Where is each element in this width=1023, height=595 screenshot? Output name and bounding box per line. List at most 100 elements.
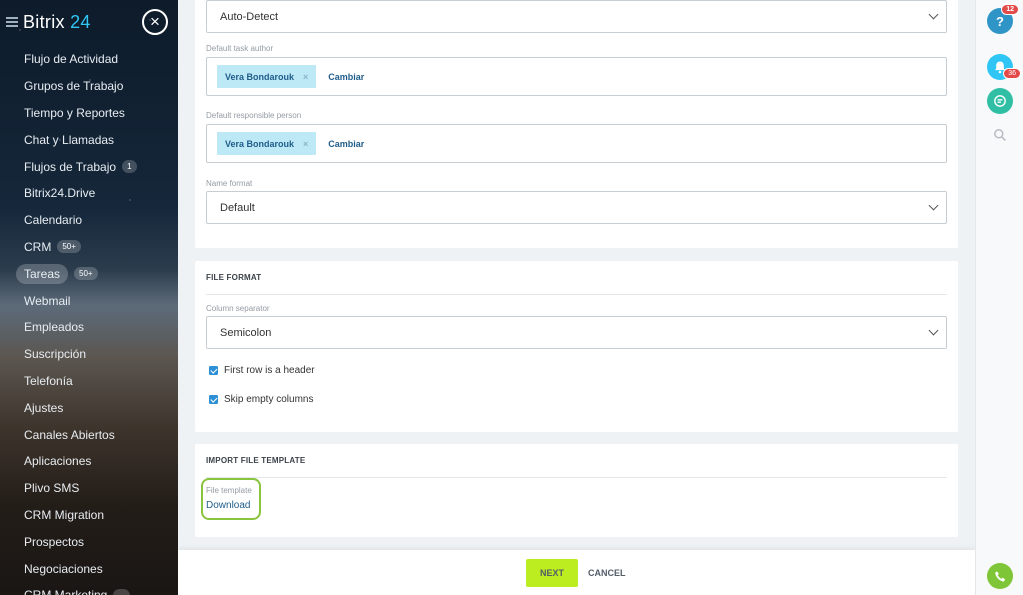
bell-icon[interactable]: 36 xyxy=(987,54,1021,80)
separator-value: Semicolon xyxy=(220,326,272,339)
file-format-card: FILE FORMAT Column separator Semicolon F… xyxy=(195,261,958,432)
first-row-header-label: First row is a header xyxy=(224,365,315,376)
divider xyxy=(206,477,947,478)
sidebar-item[interactable]: Webmail xyxy=(0,287,178,314)
divider xyxy=(206,294,947,295)
sidebar-item-label: Calendario xyxy=(24,213,83,228)
sidebar-item[interactable]: Ajustes xyxy=(0,394,178,421)
name-format-select[interactable]: Default xyxy=(206,191,947,224)
sidebar-item-label: CRM Migration xyxy=(24,507,105,522)
sidebar-item[interactable]: Grupos de Trabajo xyxy=(0,73,178,100)
search-icon[interactable] xyxy=(993,128,1007,142)
sidebar-item[interactable]: CRM 50+ xyxy=(0,234,178,261)
sidebar-item-label: Webmail xyxy=(24,293,71,308)
file-template-label: File template xyxy=(206,486,252,495)
sidebar-item-badge: 50+ xyxy=(74,267,98,281)
phone-icon[interactable] xyxy=(987,563,1013,589)
sidebar-item-badge: ... xyxy=(113,588,131,595)
remove-tag-icon[interactable]: × xyxy=(303,139,308,149)
responsible-tag: Vera Bondarouk × xyxy=(217,132,317,155)
sidebar-item[interactable]: Chat y Llamadas xyxy=(0,126,178,153)
cancel-button[interactable]: CANCEL xyxy=(588,559,626,587)
sidebar-item[interactable]: Canales Abiertos xyxy=(0,421,178,448)
help-glyph: ? xyxy=(996,13,1004,29)
sidebar-item[interactable]: Calendario xyxy=(0,207,178,234)
separator-select[interactable]: Semicolon xyxy=(206,316,947,349)
sidebar-item-label: Suscripción xyxy=(24,347,87,362)
next-button[interactable]: NEXT xyxy=(526,559,578,587)
sidebar-item-label: Flujos de Trabajo xyxy=(24,159,117,174)
sidebar-item-label: Canales Abiertos xyxy=(24,427,115,442)
sidebar-item-label: CRM xyxy=(24,239,52,254)
sidebar-item-label: Empleados xyxy=(24,320,85,335)
sidebar-item-label: Tiempo y Reportes xyxy=(24,105,125,120)
name-format-value: Default xyxy=(220,201,255,214)
download-link[interactable]: Download xyxy=(206,500,250,511)
remove-tag-icon[interactable]: × xyxy=(303,72,308,82)
sidebar-item[interactable]: Plivo SMS xyxy=(0,475,178,502)
template-card: IMPORT FILE TEMPLATE xyxy=(195,444,958,537)
sidebar-item-label: Telefonía xyxy=(24,373,73,388)
sidebar-item[interactable]: CRM Marketing... xyxy=(0,582,178,595)
sidebar-item[interactable]: Telefonía xyxy=(0,368,178,395)
sidebar-item-label: Aplicaciones xyxy=(24,454,92,469)
chevron-down-icon xyxy=(928,9,939,20)
chevron-down-icon xyxy=(928,200,939,211)
sidebar-item-label: Negociaciones xyxy=(24,561,103,576)
sidebar-item[interactable]: Aplicaciones xyxy=(0,448,178,475)
skip-empty-option[interactable]: Skip empty columns xyxy=(209,394,313,405)
sidebar-item[interactable]: CRM Migration xyxy=(0,502,178,529)
file-format-title: FILE FORMAT xyxy=(206,273,262,282)
right-toolbar: ? 12 36 xyxy=(975,0,1023,595)
sidebar-item[interactable]: Tiempo y Reportes xyxy=(0,100,178,127)
responsible-name: Vera Bondarouk xyxy=(225,138,295,149)
chat-icon[interactable] xyxy=(987,88,1013,114)
help-icon[interactable]: ? 12 xyxy=(987,4,1019,34)
encoding-value: Auto-Detect xyxy=(220,10,279,23)
sidebar-nav: Flujo de Actividad Grupos de Trabajo Tiemp… xyxy=(0,46,178,595)
first-row-header-option[interactable]: First row is a header xyxy=(209,365,315,376)
sidebar-item[interactable]: Tareas 50+ xyxy=(0,260,178,287)
checkbox-checked-icon[interactable] xyxy=(209,395,218,404)
sidebar-item-label: Tareas xyxy=(16,263,69,284)
sidebar-item-label: CRM Marketing xyxy=(24,588,107,595)
change-author-link[interactable]: Cambiar xyxy=(328,72,364,82)
checkbox-checked-icon[interactable] xyxy=(209,366,218,375)
sidebar-item[interactable]: Empleados xyxy=(0,314,178,341)
sidebar-item-label: Prospectos xyxy=(24,534,85,549)
sidebar-item[interactable]: Suscripción xyxy=(0,341,178,368)
sidebar-item-label: Plivo SMS xyxy=(24,481,80,496)
encoding-select[interactable]: Auto-Detect xyxy=(206,0,947,33)
sidebar-item-label: Grupos de Trabajo xyxy=(24,79,124,94)
close-icon[interactable]: × xyxy=(142,9,168,35)
sidebar-item-label: Chat y Llamadas xyxy=(24,132,115,147)
skip-empty-label: Skip empty columns xyxy=(224,394,314,405)
responsible-field[interactable]: Vera Bondarouk × Cambiar xyxy=(206,124,947,163)
change-responsible-link[interactable]: Cambiar xyxy=(328,139,364,149)
sidebar-item[interactable]: Bitrix24.Drive xyxy=(0,180,178,207)
logo[interactable]: Bitrix 24 xyxy=(23,12,91,33)
sidebar-item-label: Flujo de Actividad xyxy=(24,52,119,67)
separator-label: Column separator xyxy=(206,304,270,313)
footer-bar: NEXT CANCEL xyxy=(178,550,975,595)
author-label: Default task author xyxy=(206,44,274,53)
help-count-badge: 12 xyxy=(1001,4,1019,15)
chevron-down-icon xyxy=(928,325,939,336)
hamburger-icon[interactable] xyxy=(6,17,18,27)
download-highlight xyxy=(201,478,261,520)
left-sidebar: Bitrix 24 × Flujo de Actividad Grupos de … xyxy=(0,0,178,595)
sidebar-item[interactable]: Negociaciones xyxy=(0,555,178,582)
name-format-label: Name format xyxy=(206,179,253,188)
sidebar-item-badge: 1 xyxy=(122,160,137,174)
main-content: Auto-Detect Default task author Vera Bon… xyxy=(178,0,975,595)
settings-card: Auto-Detect Default task author Vera Bon… xyxy=(195,0,958,248)
author-field[interactable]: Vera Bondarouk × Cambiar xyxy=(206,57,947,96)
notify-count-badge: 36 xyxy=(1003,68,1021,79)
author-name: Vera Bondarouk xyxy=(225,71,295,82)
sidebar-item[interactable]: Flujo de Actividad xyxy=(0,46,178,73)
sidebar-item[interactable]: Flujos de Trabajo 1 xyxy=(0,153,178,180)
author-tag: Vera Bondarouk × xyxy=(217,65,317,88)
sidebar-item[interactable]: Prospectos xyxy=(0,528,178,555)
sidebar-item-label: Bitrix24.Drive xyxy=(24,186,96,201)
responsible-label: Default responsible person xyxy=(206,111,302,120)
